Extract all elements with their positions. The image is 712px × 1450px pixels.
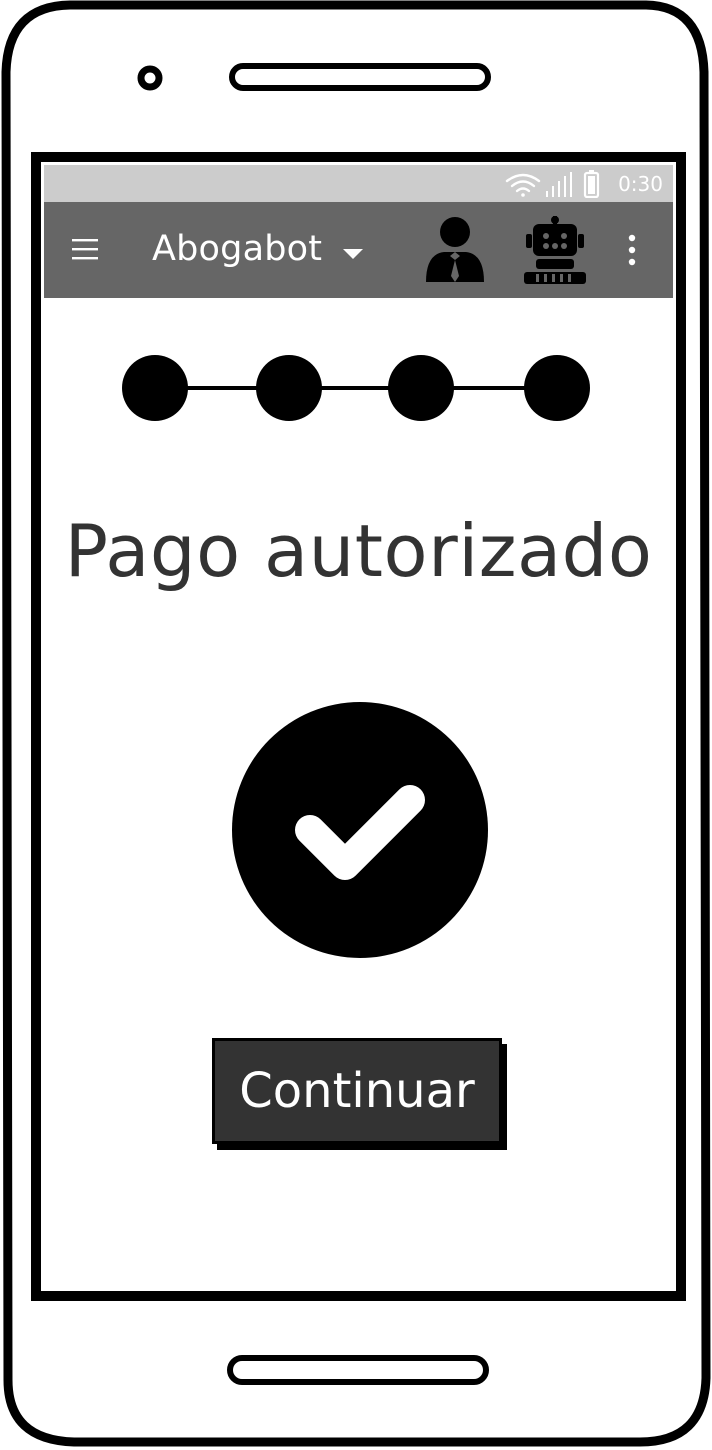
wifi-icon	[505, 173, 541, 197]
status-icons	[505, 170, 600, 198]
status-bar: 0:30	[44, 165, 673, 202]
phone-screen: 0:30 Abogabot Pago autorizado Continuar	[44, 165, 673, 1288]
check-circle-icon	[232, 702, 488, 958]
continue-button[interactable]: Continuar	[212, 1038, 502, 1144]
app-title: Abogabot	[152, 229, 323, 269]
progress-stepper	[122, 355, 590, 421]
menu-icon[interactable]	[68, 232, 104, 268]
robot-icon[interactable]	[522, 216, 588, 284]
step-4[interactable]	[524, 355, 590, 421]
app-title-dropdown[interactable]: Abogabot	[152, 224, 366, 274]
step-1[interactable]	[122, 355, 188, 421]
lawyer-icon[interactable]	[422, 216, 488, 284]
stepper-line	[156, 386, 556, 390]
chevron-down-icon	[343, 249, 364, 259]
status-time: 0:30	[618, 172, 663, 196]
step-2[interactable]	[256, 355, 322, 421]
more-vert-icon[interactable]	[620, 228, 644, 272]
app-bar: Abogabot	[44, 202, 673, 298]
step-3[interactable]	[388, 355, 454, 421]
battery-icon	[583, 170, 600, 198]
page-title: Pago autorizado	[64, 509, 653, 593]
signal-icon	[546, 172, 572, 197]
